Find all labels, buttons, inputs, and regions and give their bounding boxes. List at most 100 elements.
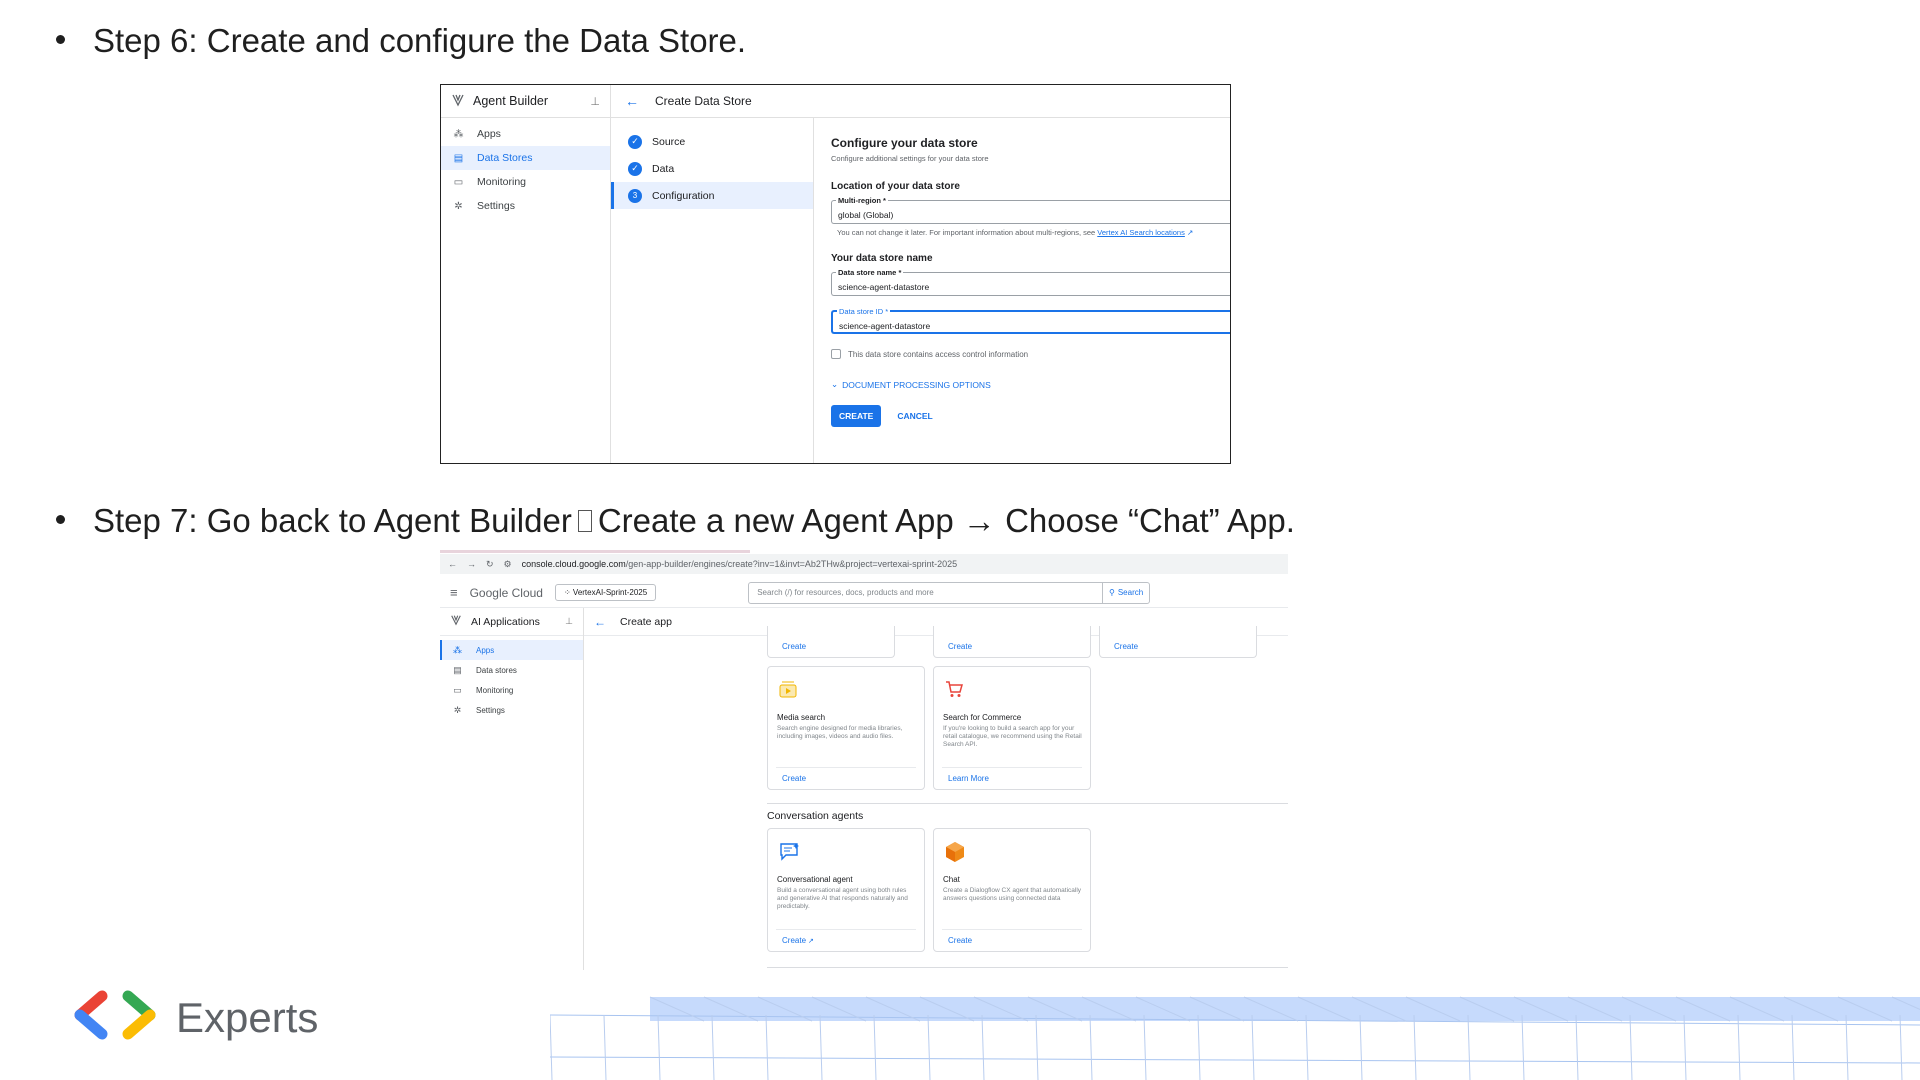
sidebar-item-monitoring[interactable]: ▭ Monitoring [440, 680, 583, 700]
site-info-icon[interactable]: ⚙ [504, 559, 512, 570]
forward-icon[interactable]: → [467, 559, 476, 569]
sidebar-item-settings[interactable]: ✲ Settings [440, 700, 583, 720]
sidebar-header: AI Applications ⊥ [440, 608, 583, 636]
acl-checkbox[interactable] [831, 349, 841, 359]
search-button[interactable]: ⚲ Search [1101, 582, 1149, 603]
pin-icon[interactable]: ⊥ [565, 616, 573, 627]
step-data[interactable]: ✓ Data [611, 155, 813, 182]
field-value: science-agent-datastore [839, 321, 931, 331]
step-6-text: Step 6: Create and configure the Data St… [93, 22, 747, 59]
data-store-name-field[interactable]: Data store name * science-agent-datastor… [831, 268, 1230, 296]
sidebar-item-apps[interactable]: ⁂ Apps [440, 640, 583, 660]
media-search-card[interactable]: Media search Search engine designed for … [767, 666, 925, 790]
reload-icon[interactable]: ↻ [486, 559, 494, 570]
form-actions: CREATE CANCEL [831, 405, 1230, 427]
sidebar-item-label: Settings [477, 200, 515, 212]
monitoring-icon: ▭ [453, 684, 462, 695]
card-create-link[interactable]: Create [942, 637, 1082, 655]
data-stores-icon: ▤ [453, 152, 464, 164]
section-divider [767, 803, 1288, 804]
card-description: If you're looking to build a search app … [943, 725, 1082, 748]
sidebar-item-data-stores[interactable]: ▤ Data Stores [441, 146, 610, 170]
data-store-id-field[interactable]: Data store ID * science-agent-datastore [831, 307, 1230, 334]
cloud-console-header: ≡ Google Cloud ⁘ VertexAI-Sprint-2025 Se… [440, 578, 1288, 608]
console-search-input[interactable]: Search (/) for resources, docs, products… [748, 581, 1151, 604]
pin-icon[interactable]: ⊥ [590, 95, 600, 108]
step-label: Data [652, 162, 675, 175]
field-label: Data store name * [836, 268, 904, 277]
sidebar-item-settings[interactable]: ✲ Settings [441, 194, 610, 218]
region-hint: You can not change it later. For importa… [837, 228, 1230, 237]
sidebar-item-label: Settings [476, 705, 505, 715]
create-button[interactable]: CREATE [831, 405, 882, 427]
location-heading: Location of your data store [831, 181, 960, 192]
sidebar-item-label: Monitoring [476, 685, 514, 695]
card-create-link[interactable]: Create [1108, 637, 1248, 655]
gear-icon: ✲ [454, 200, 463, 212]
conversational-agent-card[interactable]: Conversational agent Build a conversatio… [767, 828, 925, 952]
page-title: Create app [620, 615, 672, 628]
card-create-link[interactable]: Create ↗ [776, 929, 916, 951]
sidebar-item-data-stores[interactable]: ▤ Data stores [440, 660, 583, 680]
step-configuration[interactable]: 3 Configuration [611, 182, 813, 209]
shopping-cart-icon [944, 679, 964, 701]
sidebar-item-label: Apps [477, 128, 501, 140]
ai-applications-logo-icon [450, 614, 462, 629]
app-name: Agent Builder [473, 94, 549, 108]
vertex-locations-link[interactable]: Vertex AI Search locations [1097, 228, 1185, 237]
url-host: console.cloud.google.com [521, 559, 626, 569]
create-link-label: Create [782, 936, 807, 945]
search-for-commerce-card[interactable]: Search for Commerce If you're looking to… [933, 666, 1091, 790]
card-create-link[interactable]: Create [776, 767, 916, 789]
page-title: Create Data Store [655, 94, 752, 108]
url-path: /gen-app-builder/engines/create?inv=1&in… [625, 559, 958, 569]
experts-wordmark: Experts [176, 993, 319, 1041]
cancel-button[interactable]: CANCEL [897, 411, 932, 421]
monitoring-icon: ▭ [453, 176, 464, 188]
external-link-icon: ↗ [1186, 228, 1194, 237]
project-picker[interactable]: ⁘ VertexAI-Sprint-2025 [554, 584, 657, 601]
back-arrow-icon[interactable]: ← [594, 615, 606, 629]
expander-label: DOCUMENT PROCESSING OPTIONS [842, 379, 991, 390]
back-icon[interactable]: ← [448, 559, 457, 569]
card-create-link[interactable]: Create [942, 929, 1082, 951]
card-create-link[interactable]: Create [776, 637, 886, 655]
search-button-label: Search [1117, 588, 1144, 597]
sidebar-item-apps[interactable]: ⁂ Apps [441, 122, 610, 146]
learn-more-link[interactable]: Learn More [942, 767, 1082, 789]
dialogflow-cube-icon [944, 841, 966, 865]
search-placeholder: Search (/) for resources, docs, products… [757, 588, 934, 597]
apps-icon: ⁂ [453, 128, 464, 140]
card-description: Create a Dialogflow CX agent that automa… [943, 887, 1082, 902]
sidebar-item-label: Data Stores [477, 152, 533, 164]
chat-card[interactable]: Chat Create a Dialogflow CX agent that a… [933, 828, 1091, 952]
google-cloud-logo[interactable]: Google Cloud [470, 586, 543, 600]
step-7-text-a: Step 7: Go back to Agent Builder [93, 502, 572, 539]
brackets-logo-icon [72, 990, 158, 1045]
field-value: global (Global) [838, 210, 894, 220]
form-subtitle: Configure additional settings for your d… [831, 154, 989, 163]
missing-glyph-box [577, 510, 592, 532]
bullet-dot [56, 35, 65, 44]
step-source[interactable]: ✓ Source [611, 128, 813, 155]
step-7-text-b: Create a new Agent App → Choose “Chat” A… [597, 502, 1295, 539]
sidebar-item-monitoring[interactable]: ▭ Monitoring [441, 170, 610, 194]
document-processing-expander[interactable]: ⌄ DOCUMENT PROCESSING OPTIONS [831, 379, 1230, 390]
back-arrow-icon[interactable]: ← [625, 93, 639, 109]
tab-strip [440, 550, 750, 553]
card-title: Conversational agent [777, 875, 853, 884]
sidebar-item-label: Monitoring [477, 176, 527, 188]
multi-region-select[interactable]: Multi-region * global (Global) [831, 196, 1230, 224]
decorative-grid [550, 995, 1920, 1080]
chat-sparkle-icon [778, 841, 800, 863]
app-type-card: Create [1099, 626, 1257, 658]
section-divider [767, 967, 1288, 968]
acl-checkbox-row: This data store contains access control … [831, 349, 1230, 359]
url-text[interactable]: console.cloud.google.com/gen-app-builder… [522, 559, 958, 569]
apps-icon: ⁂ [453, 644, 462, 655]
project-icon: ⁘ [563, 588, 573, 597]
name-heading: Your data store name [831, 253, 933, 264]
experts-logo: Experts [72, 990, 318, 1045]
sidebar-nav: ⁂ Apps ▤ Data stores ▭ Monitoring ✲ Sett… [440, 636, 583, 720]
hamburger-menu-icon[interactable]: ≡ [450, 585, 458, 600]
